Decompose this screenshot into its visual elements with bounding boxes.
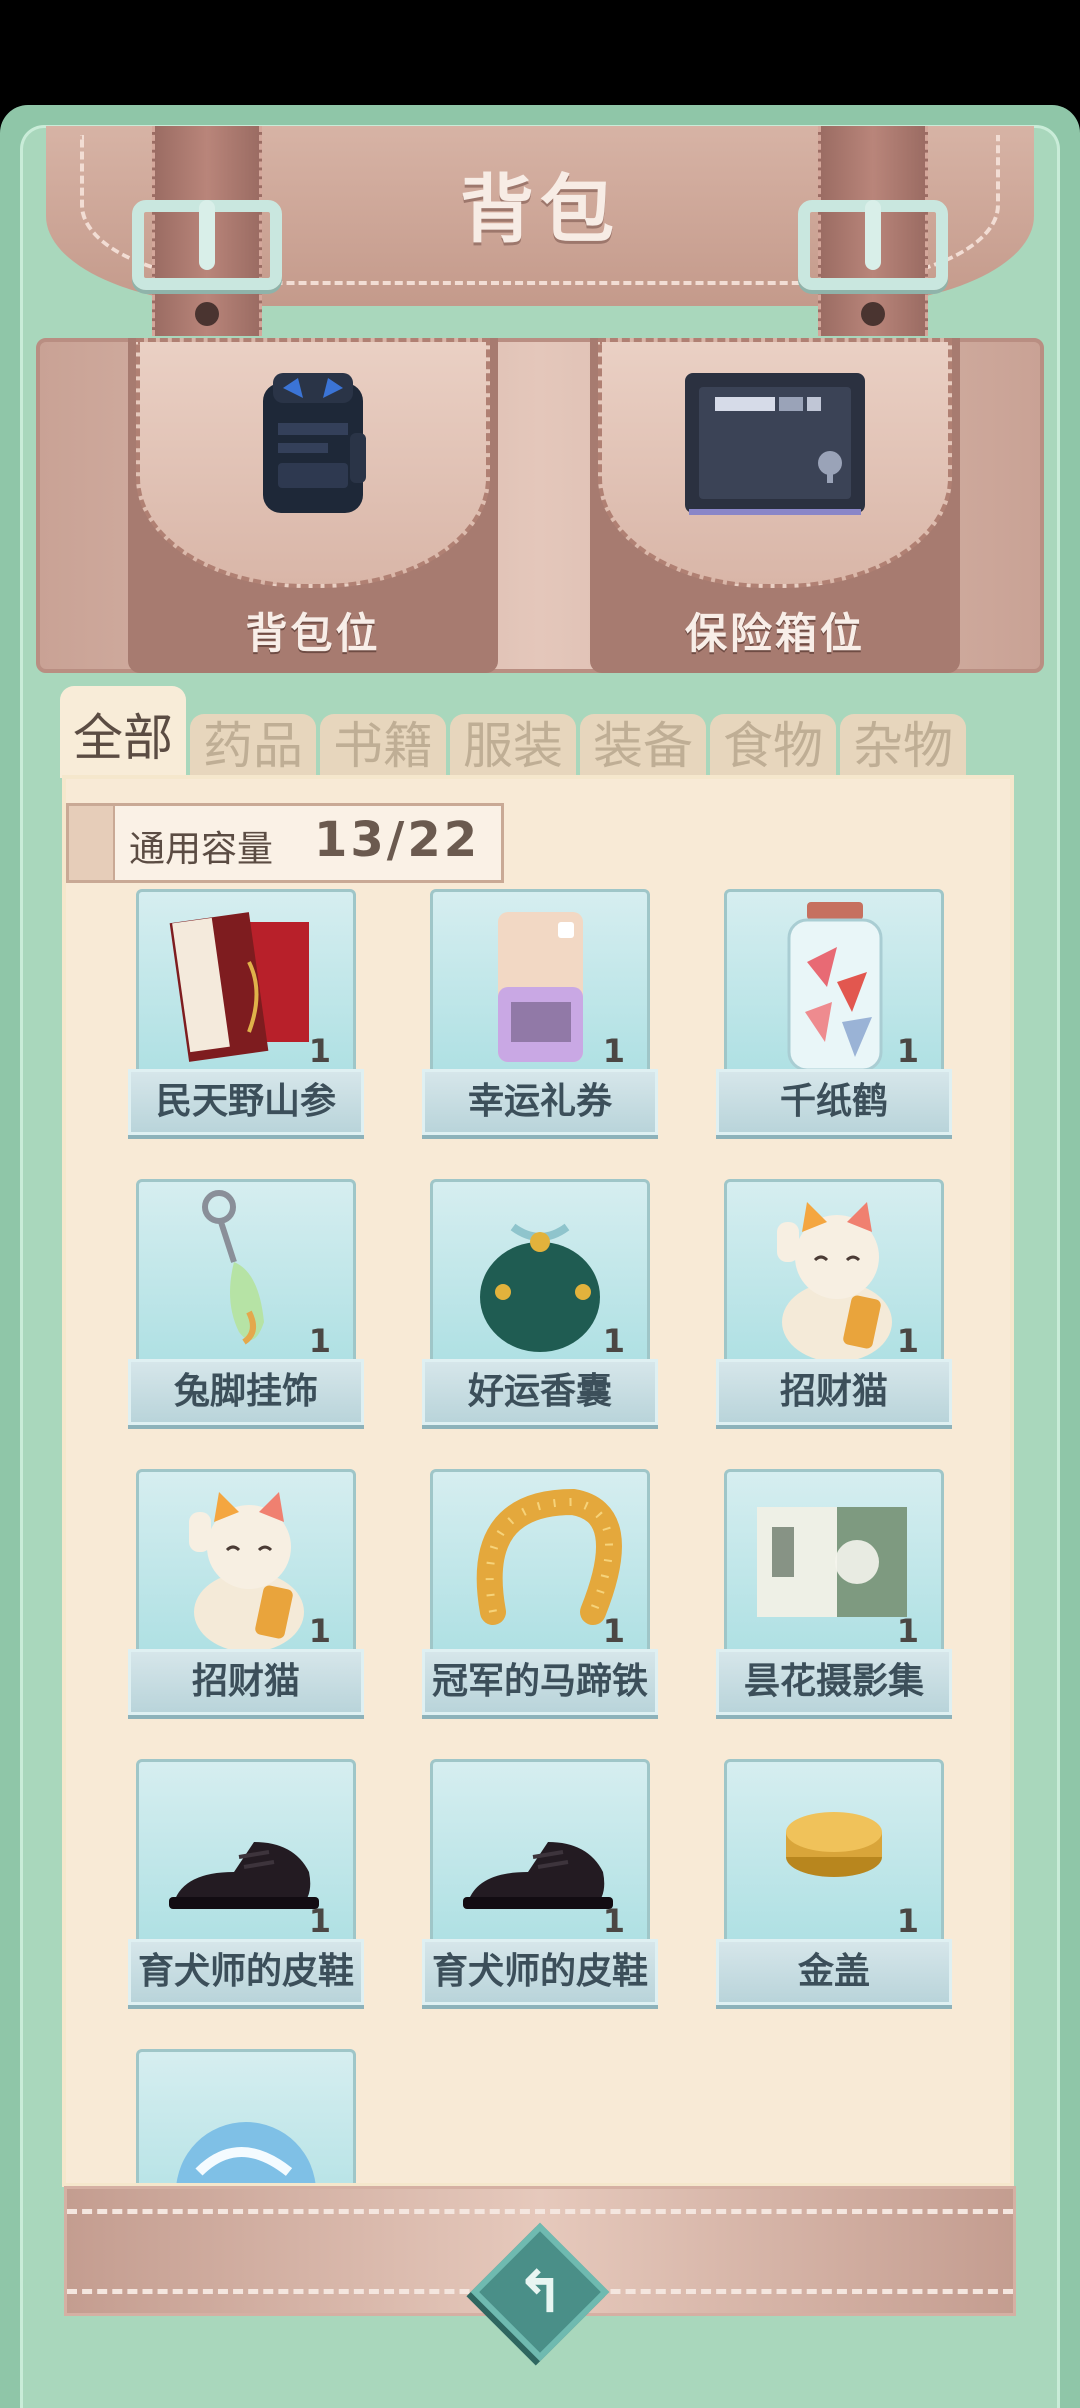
- inventory-item[interactable]: 1 育犬师的皮鞋: [422, 1759, 658, 2009]
- item-name: 招财猫: [128, 1649, 364, 1715]
- capacity-value: 13/22: [314, 812, 481, 868]
- marble-icon: [176, 2122, 316, 2183]
- item-name: 招财猫: [716, 1359, 952, 1425]
- inventory-item[interactable]: 1 金盖: [716, 1759, 952, 2009]
- inventory-item[interactable]: [128, 2049, 364, 2183]
- inventory-item[interactable]: 1 幸运礼券: [422, 889, 658, 1139]
- tab-equipment[interactable]: 装备: [580, 714, 706, 778]
- tab-clothing[interactable]: 服装: [450, 714, 576, 778]
- item-count: 1: [308, 1612, 331, 1650]
- item-name: 幸运礼券: [422, 1069, 658, 1135]
- item-count: 1: [308, 1902, 331, 1940]
- inventory-item[interactable]: 1 育犬师的皮鞋: [128, 1759, 364, 2009]
- item-name: 育犬师的皮鞋: [128, 1939, 364, 2005]
- item-count: 1: [602, 1032, 625, 1070]
- pocket-label: 背包位: [245, 609, 381, 658]
- inventory-item[interactable]: 1 昙花摄影集: [716, 1469, 952, 1719]
- inventory-panel: 通用容量 13/22 1 民天野山参 1 幸运礼券 1 千纸鹤 1 兔脚挂饰 1…: [62, 775, 1014, 2187]
- tab-medicine[interactable]: 药品: [190, 714, 316, 778]
- return-arrow-icon: ↰: [515, 2258, 565, 2326]
- category-tabs: 全部 药品 书籍 服装 装备 食物 杂物: [60, 686, 1010, 778]
- tab-books[interactable]: 书籍: [320, 714, 446, 778]
- inventory-item[interactable]: 1 兔脚挂饰: [128, 1179, 364, 1429]
- item-count: 1: [896, 1902, 919, 1940]
- tab-all[interactable]: 全部: [60, 686, 186, 778]
- item-name: 冠军的马蹄铁: [422, 1649, 658, 1715]
- item-count: 1: [602, 1322, 625, 1360]
- tab-food[interactable]: 食物: [710, 714, 836, 778]
- item-count: 1: [896, 1322, 919, 1360]
- item-name: 育犬师的皮鞋: [422, 1939, 658, 2005]
- item-name: 兔脚挂饰: [128, 1359, 364, 1425]
- item-name: 金盖: [716, 1939, 952, 2005]
- inventory-item[interactable]: 1 冠军的马蹄铁: [422, 1469, 658, 1719]
- inventory-item[interactable]: 1 千纸鹤: [716, 889, 952, 1139]
- pocket-label: 保险箱位: [684, 609, 865, 658]
- item-count: 1: [602, 1612, 625, 1650]
- backpack-icon: [128, 368, 498, 518]
- inventory-item[interactable]: 1 招财猫: [128, 1469, 364, 1719]
- safe-icon: [590, 368, 960, 518]
- item-name: 千纸鹤: [716, 1069, 952, 1135]
- inventory-item[interactable]: 1 好运香囊: [422, 1179, 658, 1429]
- item-count: 1: [308, 1032, 331, 1070]
- item-count: 1: [308, 1322, 331, 1360]
- tab-misc[interactable]: 杂物: [840, 714, 966, 778]
- item-name: 民天野山参: [128, 1069, 364, 1135]
- item-name: 昙花摄影集: [716, 1649, 952, 1715]
- item-count: 1: [896, 1612, 919, 1650]
- page-title: 背包: [460, 167, 620, 253]
- capacity-badge: 通用容量 13/22: [66, 803, 504, 883]
- inventory-item[interactable]: 1 招财猫: [716, 1179, 952, 1429]
- pocket-backpack-slot[interactable]: 背包位: [128, 338, 498, 673]
- item-name: 好运香囊: [422, 1359, 658, 1425]
- item-count: 1: [602, 1902, 625, 1940]
- capacity-label: 通用容量: [129, 829, 274, 870]
- pocket-safe-slot[interactable]: 保险箱位: [590, 338, 960, 673]
- inventory-item[interactable]: 1 民天野山参: [128, 889, 364, 1139]
- status-bar: [0, 0, 1080, 105]
- item-count: 1: [896, 1032, 919, 1070]
